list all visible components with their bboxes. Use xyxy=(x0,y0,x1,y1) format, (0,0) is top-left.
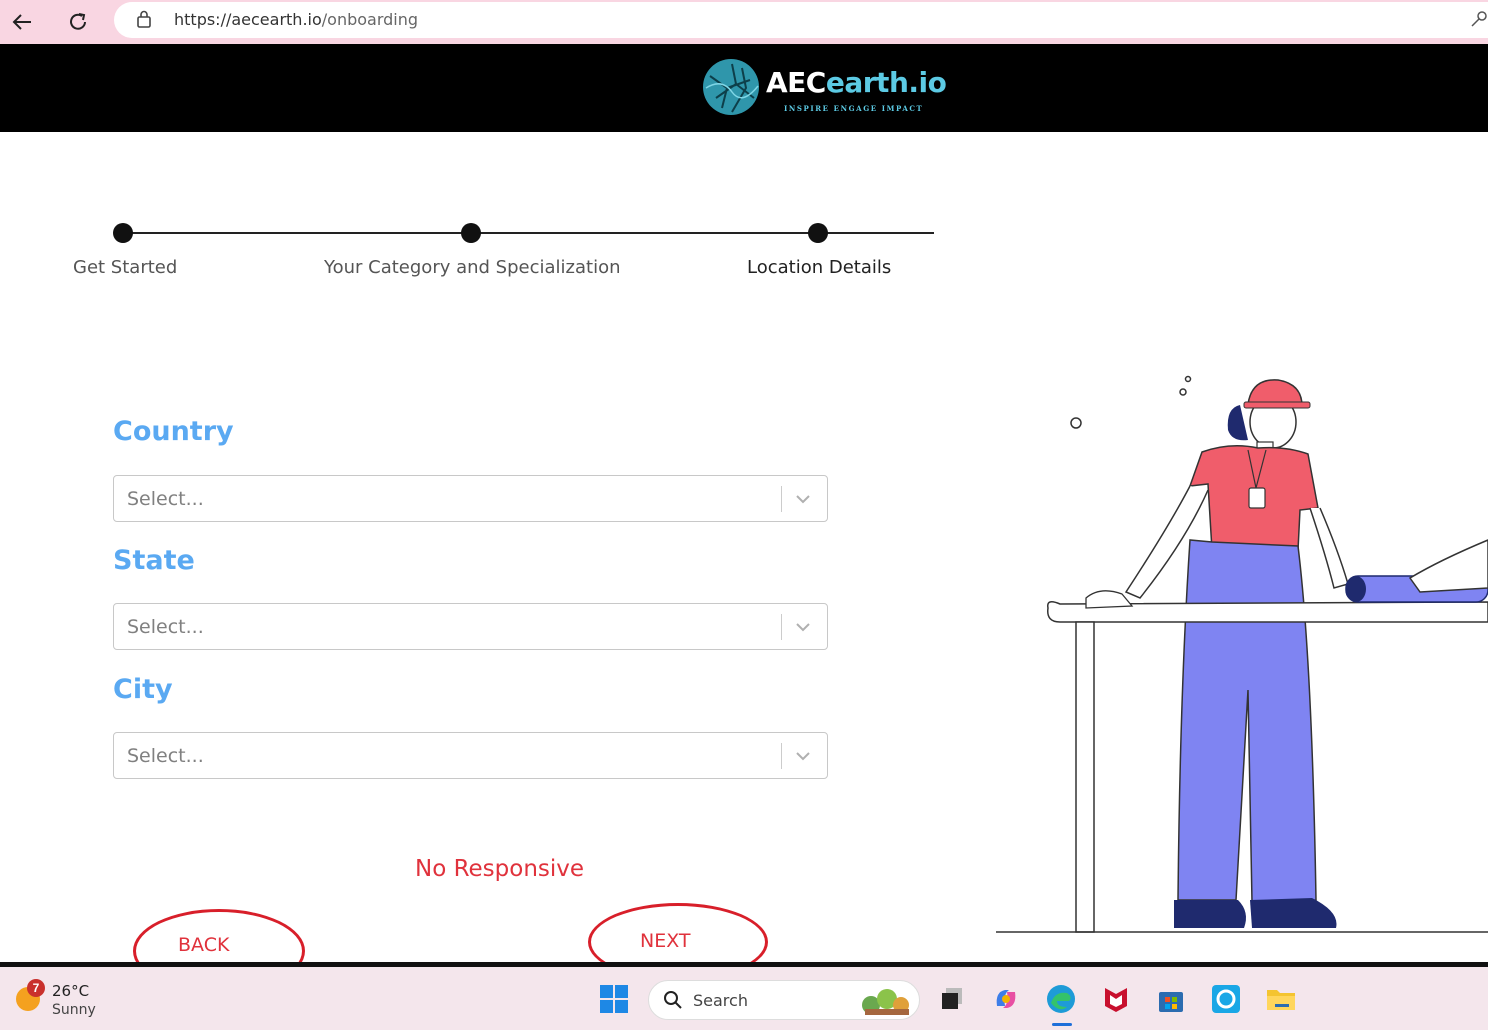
step-label-get-started: Get Started xyxy=(73,257,178,278)
select-separator xyxy=(781,486,782,512)
logo-tagline: INSPIRE ENGAGE IMPACT xyxy=(784,104,924,113)
file-explorer-icon[interactable] xyxy=(1265,983,1297,1015)
no-responsive-annotation: No Responsive xyxy=(415,856,585,882)
step-label-location: Location Details xyxy=(747,257,892,278)
alexa-icon[interactable] xyxy=(1210,983,1242,1015)
password-key-icon[interactable] xyxy=(1470,10,1488,33)
weather-badge: 7 xyxy=(27,979,45,997)
engineer-illustration xyxy=(996,375,1488,933)
logo-name: AECearth.io xyxy=(766,66,947,99)
browser-toolbar: https://aecearth.io/onboarding xyxy=(0,0,1488,44)
weather-condition[interactable]: Sunny xyxy=(52,1002,96,1018)
windows-start-icon[interactable] xyxy=(598,983,630,1015)
refresh-icon[interactable] xyxy=(62,6,94,38)
chevron-down-icon[interactable] xyxy=(794,618,812,641)
chevron-down-icon[interactable] xyxy=(794,747,812,770)
taskbar-search-label: Search xyxy=(693,991,748,1010)
mcafee-icon[interactable] xyxy=(1100,983,1132,1015)
city-select-placeholder: Select... xyxy=(127,745,204,767)
step-label-category: Your Category and Specialization xyxy=(324,257,621,278)
state-select-placeholder: Select... xyxy=(127,616,204,638)
microsoft-store-icon[interactable] xyxy=(1155,983,1187,1015)
url-text: https://aecearth.io/onboarding xyxy=(174,10,419,29)
city-label: City xyxy=(113,674,173,705)
back-arrow-icon[interactable] xyxy=(6,6,38,38)
next-button[interactable]: NEXT xyxy=(640,930,691,952)
taskbar: 7 26°C Sunny Search xyxy=(0,967,1488,1030)
chevron-down-icon[interactable] xyxy=(794,490,812,513)
site-header: AECearth.io INSPIRE ENGAGE IMPACT xyxy=(0,44,1488,132)
globe-logo-icon xyxy=(703,59,759,115)
step-dot-location[interactable] xyxy=(808,223,828,243)
search-highlight-icon xyxy=(857,985,913,1022)
search-icon xyxy=(663,990,683,1015)
task-view-icon[interactable] xyxy=(936,983,968,1015)
taskbar-search-box[interactable]: Search xyxy=(648,980,920,1020)
step-dot-category[interactable] xyxy=(461,223,481,243)
select-separator xyxy=(781,614,782,640)
aecearth-logo[interactable]: AECearth.io INSPIRE ENGAGE IMPACT xyxy=(700,56,947,120)
select-separator xyxy=(781,743,782,769)
state-label: State xyxy=(113,545,195,576)
weather-temperature[interactable]: 26°C xyxy=(52,982,89,1000)
address-bar[interactable]: https://aecearth.io/onboarding xyxy=(114,2,1488,38)
active-app-indicator xyxy=(1052,1023,1072,1026)
back-button[interactable]: BACK xyxy=(178,934,229,956)
country-select[interactable]: Select... xyxy=(113,475,828,522)
state-select[interactable]: Select... xyxy=(113,603,828,650)
edge-browser-icon[interactable] xyxy=(1045,983,1077,1015)
city-select[interactable]: Select... xyxy=(113,732,828,779)
step-dot-get-started[interactable] xyxy=(113,223,133,243)
lock-icon xyxy=(136,10,152,33)
country-label: Country xyxy=(113,416,234,447)
country-select-placeholder: Select... xyxy=(127,488,204,510)
copilot-icon[interactable] xyxy=(990,983,1022,1015)
